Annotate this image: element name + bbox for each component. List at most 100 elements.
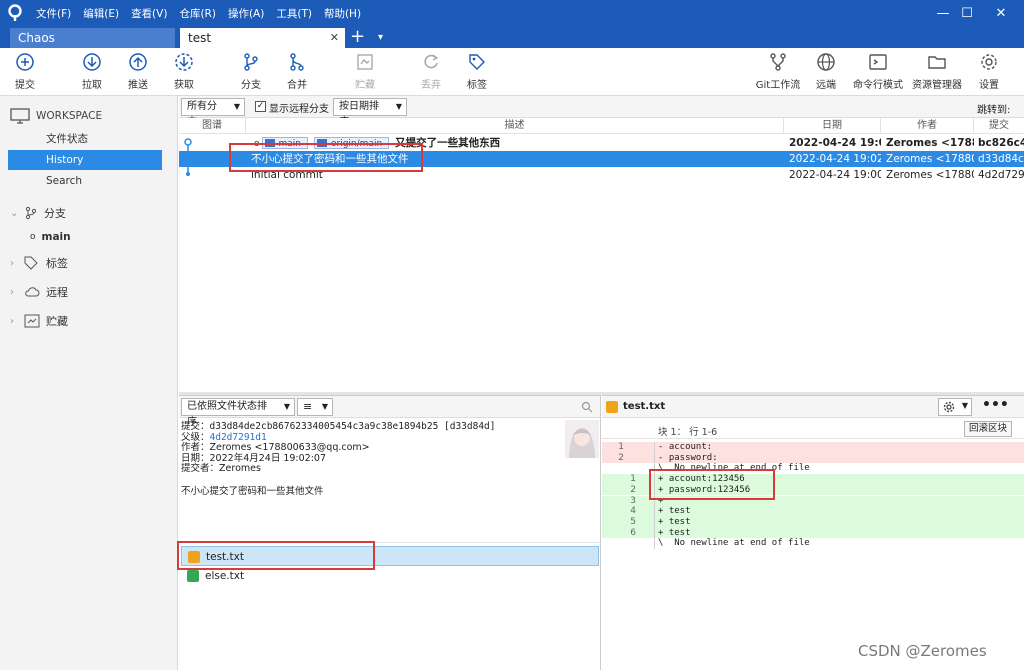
sidebar-item-label: Search: [46, 175, 83, 187]
column-commit[interactable]: 提交: [974, 118, 1024, 134]
toolbar-label: 提交: [15, 80, 35, 91]
toolbar-label: 资源管理器: [912, 80, 962, 91]
meta-label: 提交者：: [181, 463, 220, 474]
explorer-button[interactable]: 资源管理器: [906, 48, 968, 96]
view-mode-dropdown[interactable]: ≡ ▼: [297, 398, 333, 416]
commit-author: Zeromes <17880: [886, 169, 974, 181]
commit-button[interactable]: 提交: [0, 48, 52, 96]
tab-bar: Chaos test ✕ + ▾: [0, 26, 1024, 48]
committer-value: Zeromes: [219, 463, 261, 474]
annotation-highlight: [177, 541, 375, 570]
commit-author: Zeromes <17880: [886, 153, 974, 165]
branch-filter-dropdown[interactable]: 所有分支▼: [181, 98, 245, 128]
added-file-icon: [187, 570, 199, 582]
column-date[interactable]: 日期: [784, 118, 881, 134]
sidebar-section-branches[interactable]: ⌄ 分支: [10, 202, 66, 224]
jump-to-label: 跳转到:: [977, 105, 1011, 116]
tab-test[interactable]: test ✕: [180, 28, 345, 48]
monitor-icon: [10, 108, 30, 124]
sidebar-item-label: 文件状态: [46, 133, 88, 145]
toolbar-label: 推送: [128, 80, 148, 91]
sort-order-dropdown[interactable]: 按日期排序▼: [333, 98, 407, 128]
diff-line-text: + test: [658, 516, 691, 527]
more-options-icon[interactable]: •••: [982, 398, 1009, 412]
toolbar-label: 设置: [979, 80, 999, 91]
sidebar-item-history[interactable]: History: [8, 150, 162, 170]
menu-bar: 文件(F) 编辑(E) 查看(V) 仓库(R) 操作(A) 工具(T) 帮助(H…: [36, 0, 361, 26]
new-line-number: 2: [630, 484, 636, 495]
sidebar-section-label: 标签: [46, 257, 68, 270]
terminal-button[interactable]: 命令行模式: [848, 48, 908, 96]
modified-file-icon: [606, 401, 618, 413]
tab-menu-button[interactable]: ▾: [378, 29, 383, 47]
commit-hash: 4d2d729: [978, 169, 1024, 181]
diff-line-added: 4 + test: [602, 506, 1024, 517]
show-remote-checkbox[interactable]: ✓: [255, 101, 266, 112]
menu-tools[interactable]: 工具(T): [276, 6, 312, 21]
column-description[interactable]: 描述: [246, 118, 784, 134]
show-remote-label: 显示远程分支: [269, 104, 329, 115]
column-graph[interactable]: 图谱: [179, 118, 246, 134]
settings-button[interactable]: 设置: [962, 48, 1016, 96]
menu-repository[interactable]: 仓库(R): [179, 6, 216, 21]
gear-icon: [981, 54, 997, 70]
diff-line-text: - account:: [658, 442, 713, 452]
terminal-icon: [869, 54, 887, 70]
git-flow-button[interactable]: Git工作流: [750, 48, 806, 96]
sidebar-item-label: History: [46, 154, 84, 166]
chevron-right-icon: ›: [10, 315, 14, 327]
git-flow-icon: [770, 53, 786, 71]
sidebar-item-file-status[interactable]: 文件状态: [8, 129, 162, 149]
search-icon[interactable]: [581, 401, 593, 413]
menu-view[interactable]: 查看(V): [131, 6, 167, 21]
tag-icon: [469, 54, 485, 70]
chevron-right-icon: ›: [10, 257, 14, 269]
sidebar-item-search[interactable]: Search: [8, 171, 162, 191]
sidebar-section-stash[interactable]: › 贮藏: [10, 310, 68, 332]
file-sort-dropdown[interactable]: 已依照文件状态排序 ▼: [181, 398, 295, 428]
diff-options-button[interactable]: ▼: [938, 398, 972, 416]
merge-button[interactable]: 合并: [270, 48, 324, 96]
workspace-label: WORKSPACE: [36, 110, 103, 122]
diff-pane: test.txt ▼ ••• 块 1： 行 1-6 回滚区块 1 - accoun…: [602, 395, 1024, 670]
sidebar-section-remotes[interactable]: › 远程: [10, 281, 68, 303]
new-tab-button[interactable]: +: [350, 27, 365, 47]
toolbar-label: 分支: [241, 80, 261, 91]
tab-chaos[interactable]: Chaos: [10, 28, 175, 48]
push-arrow-icon: [129, 53, 147, 71]
sidebar-branch-main[interactable]: o main: [30, 226, 71, 248]
commit-message-body: 不小心提交了密码和一些其他文件: [181, 486, 324, 497]
diff-file-name: test.txt: [623, 401, 666, 412]
diff-line-added: 5 + test: [602, 516, 1024, 528]
close-tab-icon[interactable]: ✕: [330, 28, 339, 48]
diff-line-deleted: 1 - account:: [602, 442, 1024, 453]
menu-file[interactable]: 文件(F): [36, 6, 71, 21]
globe-icon: [817, 53, 835, 71]
list-view-icon: ≡: [303, 400, 313, 413]
remote-button[interactable]: 远端: [799, 48, 853, 96]
diff-line-text: + test: [658, 527, 691, 538]
sidebar-section-tags[interactable]: › 标签: [10, 252, 68, 274]
gear-icon: [943, 401, 955, 413]
rollback-hunk-button[interactable]: 回滚区块: [964, 421, 1013, 437]
toolbar: 提交 拉取 推送 获取 分支 合并 贮藏 丢弃 标签 Git工作流 远端 命令行…: [0, 48, 1024, 96]
stash-button[interactable]: 贮藏: [338, 48, 392, 96]
tag-button[interactable]: 标签: [450, 48, 504, 96]
new-line-number: 1: [630, 474, 636, 485]
fetch-button[interactable]: 获取: [157, 48, 211, 96]
toolbar-label: 合并: [287, 80, 307, 91]
new-line-number: 5: [630, 516, 636, 527]
close-window-button[interactable]: ✕: [978, 0, 1024, 26]
column-author[interactable]: 作者: [881, 118, 974, 134]
toolbar-label: 标签: [467, 80, 487, 91]
meta-label: 作者：: [181, 442, 210, 453]
parent-hash-link[interactable]: 4d2d7291d1: [210, 432, 267, 443]
commit-hash: bc826c4: [978, 137, 1024, 149]
menu-actions[interactable]: 操作(A): [228, 6, 264, 21]
discard-icon: [424, 54, 439, 69]
cloud-icon: [25, 287, 40, 297]
date-value: 2022年4月24日 19:02:07: [209, 452, 327, 464]
menu-help[interactable]: 帮助(H): [324, 6, 361, 21]
old-line-number: 1: [618, 442, 624, 452]
menu-edit[interactable]: 编辑(E): [83, 6, 119, 21]
